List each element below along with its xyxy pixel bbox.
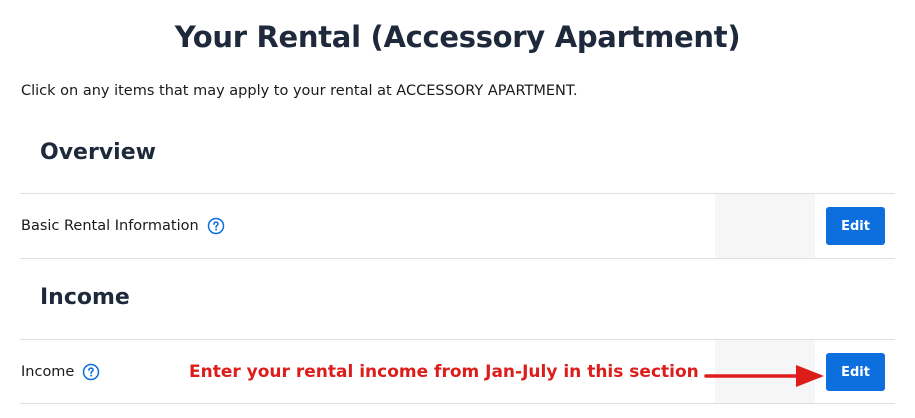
edit-button-income[interactable]: Edit xyxy=(826,353,885,391)
question-circle-icon[interactable] xyxy=(82,363,100,381)
row-label-container: Basic Rental Information xyxy=(21,194,225,258)
annotation-text: Enter your rental income from Jan-July i… xyxy=(189,362,699,382)
row-basic-rental-information: Basic Rental Information Edit xyxy=(20,194,895,258)
status-cell xyxy=(715,194,815,258)
question-circle-icon[interactable] xyxy=(207,217,225,235)
divider xyxy=(20,403,895,404)
intro-text: Click on any items that may apply to you… xyxy=(21,83,578,99)
divider xyxy=(20,258,895,259)
row-label-container: Income xyxy=(21,340,100,404)
section-heading-income: Income xyxy=(40,285,130,310)
row-label: Basic Rental Information xyxy=(21,218,199,234)
page-title: Your Rental (Accessory Apartment) xyxy=(174,20,741,54)
annotation-arrow-icon xyxy=(704,365,824,387)
section-heading-overview: Overview xyxy=(40,140,156,165)
row-label: Income xyxy=(21,364,75,380)
edit-button-basic-rental-information[interactable]: Edit xyxy=(826,207,885,245)
